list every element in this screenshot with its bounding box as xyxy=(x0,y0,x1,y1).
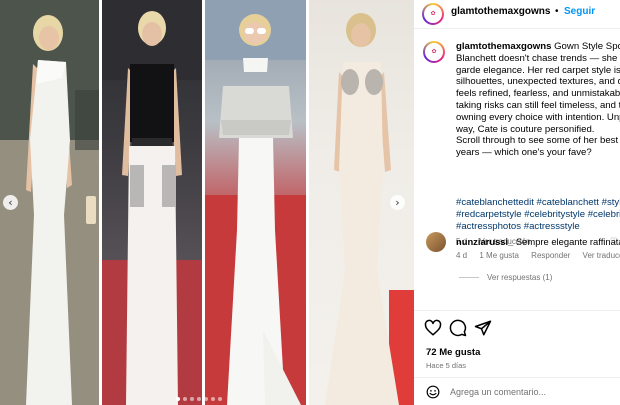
hashtag-line[interactable]: #redcarpetstyle #celebritystyle #celebri… xyxy=(456,209,620,220)
hashtag-line[interactable]: #cateblanchettedit #cateblanchett #style… xyxy=(456,197,620,208)
avatar-glyph: ✿ xyxy=(430,10,436,17)
instagram-post-view: ‹ › ✿ glamtothemaxgowns • Seguir ✿ glamt… xyxy=(0,0,620,405)
photo-panel-white-caped-gown xyxy=(205,0,306,405)
comment-age: 4 d xyxy=(456,251,468,260)
add-comment-bar xyxy=(414,377,620,405)
carousel-dot xyxy=(183,397,187,401)
carousel-prev-button[interactable]: ‹ xyxy=(3,195,18,210)
carousel-dot xyxy=(176,397,180,401)
post-author-username[interactable]: glamtothemaxgowns xyxy=(451,6,550,17)
caption-line: Blanchett doesn't chase trends — she lea… xyxy=(456,52,620,64)
carousel-next-button[interactable]: › xyxy=(390,195,405,210)
comment-input[interactable] xyxy=(450,384,615,400)
post-hashtags: #cateblanchettedit #cateblanchett #style… xyxy=(456,197,620,232)
carousel-dot xyxy=(197,397,201,401)
likes-count[interactable]: 72 Me gusta xyxy=(426,347,480,358)
small-heart-icon[interactable]: ♡ xyxy=(610,237,618,247)
comment-translate-link[interactable]: Ver traducción xyxy=(583,251,620,260)
separator-dot: • xyxy=(555,6,559,17)
caption-line: owning every choice with intention. Unpr… xyxy=(456,111,620,123)
carousel-dot xyxy=(211,397,215,401)
photo-panel-black-white-gown xyxy=(102,0,202,405)
heart-outline-icon[interactable] xyxy=(424,319,442,337)
caption-line: Scroll through to see some of her best r… xyxy=(456,135,620,147)
post-media-carousel[interactable]: ‹ › xyxy=(0,0,414,405)
comment-body: Sempre elegante raffinata xyxy=(513,236,620,247)
caption-line: Gown Style Spotlig xyxy=(554,41,620,52)
follow-button[interactable]: Seguir xyxy=(564,6,595,17)
gown-logo-icon[interactable]: ✿ xyxy=(423,41,445,63)
post-actions-bar xyxy=(414,310,620,351)
avatar[interactable] xyxy=(426,232,446,252)
comment-text: nunziarussi_ Sempre elegante raffinata xyxy=(456,236,620,247)
photo-illustration xyxy=(205,0,306,405)
post-header: ✿ glamtothemaxgowns • Seguir xyxy=(414,0,620,29)
post-caption: glamtothemaxgowns Gown Style Spotlig Bla… xyxy=(456,41,620,159)
smiley-icon[interactable] xyxy=(426,385,440,399)
caption-username[interactable]: glamtothemaxgowns xyxy=(456,41,551,52)
comment-username[interactable]: nunziarussi_ xyxy=(456,236,513,247)
comment-bubble-icon[interactable] xyxy=(449,319,467,337)
post-timestamp: Hace 5 días xyxy=(426,361,467,370)
carousel-dot xyxy=(218,397,222,401)
paper-plane-icon[interactable] xyxy=(474,319,492,337)
post-caption-section: ✿ glamtothemaxgowns Gown Style Spotlig B… xyxy=(414,29,620,259)
post-side-panel: ✿ glamtothemaxgowns • Seguir ✿ glamtothe… xyxy=(414,0,620,405)
comment-reply-button[interactable]: Responder xyxy=(531,251,570,260)
comment-item: nunziarussi_ Sempre elegante raffinata 4… xyxy=(414,230,620,290)
gown-logo-icon[interactable]: ✿ xyxy=(422,3,444,25)
caption-line: feels refined, fearless, and unmistakabl… xyxy=(456,88,620,100)
carousel-indicator xyxy=(176,397,236,403)
avatar-glyph: ✿ xyxy=(431,48,437,55)
caption-line: garde elegance. Her red carpet style is … xyxy=(456,64,620,76)
view-replies-link[interactable]: Ver respuestas (1) xyxy=(459,273,552,282)
comment-likes[interactable]: 1 Me gusta xyxy=(479,251,519,260)
photo-illustration xyxy=(102,0,202,405)
caption-line: way, Cate is couture personified. xyxy=(456,123,595,135)
caption-line: years — which one's your fave? xyxy=(456,147,592,159)
carousel-dot xyxy=(204,397,208,401)
comment-meta: 4 d 1 Me gusta Responder Ver traducción xyxy=(456,251,620,260)
caption-line: silhouettes, unexpected textures, and dr… xyxy=(456,76,620,88)
caption-line: taking risks can still feel timeless, an… xyxy=(456,99,620,111)
carousel-dot xyxy=(190,397,194,401)
